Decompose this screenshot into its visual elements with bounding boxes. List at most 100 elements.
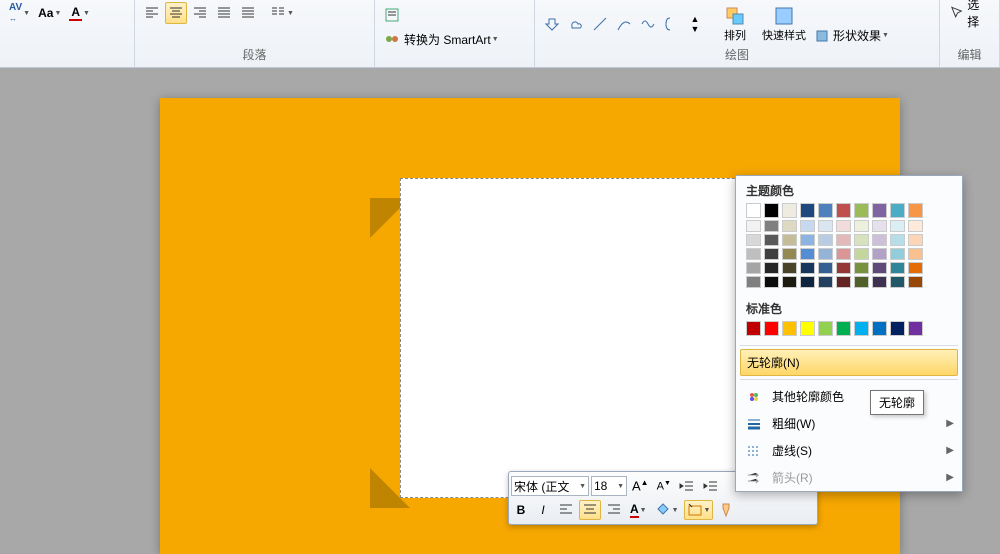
color-swatch[interactable] xyxy=(746,248,761,260)
color-swatch[interactable] xyxy=(782,276,797,288)
change-case-button[interactable]: Aa▼ xyxy=(35,2,64,24)
color-swatch[interactable] xyxy=(836,248,851,260)
mini-format-painter[interactable] xyxy=(715,500,737,520)
selected-textbox[interactable] xyxy=(400,178,760,498)
color-swatch[interactable] xyxy=(746,276,761,288)
arrange-button[interactable]: 排列 xyxy=(713,2,757,46)
color-swatch[interactable] xyxy=(854,203,869,218)
mini-align-left[interactable] xyxy=(555,500,577,520)
distributed-button[interactable] xyxy=(237,2,259,24)
color-swatch[interactable] xyxy=(836,262,851,274)
color-swatch[interactable] xyxy=(746,234,761,246)
shape-cloud-icon[interactable] xyxy=(565,13,587,35)
color-swatch[interactable] xyxy=(782,220,797,232)
mini-bold[interactable]: B xyxy=(511,500,531,520)
color-swatch[interactable] xyxy=(746,321,761,336)
color-swatch[interactable] xyxy=(836,276,851,288)
mini-shrink-font[interactable]: A▼ xyxy=(654,476,674,496)
color-swatch[interactable] xyxy=(854,276,869,288)
color-swatch[interactable] xyxy=(836,321,851,336)
color-swatch[interactable] xyxy=(908,220,923,232)
mini-decrease-indent[interactable] xyxy=(676,476,698,496)
shape-effects-button[interactable]: 形状效果▼ xyxy=(811,25,901,47)
color-swatch[interactable] xyxy=(908,203,923,218)
color-swatch[interactable] xyxy=(800,248,815,260)
align-center-button[interactable] xyxy=(165,2,187,24)
color-swatch[interactable] xyxy=(800,321,815,336)
color-swatch[interactable] xyxy=(818,203,833,218)
mini-align-center[interactable] xyxy=(579,500,601,520)
mini-increase-indent[interactable] xyxy=(700,476,722,496)
color-swatch[interactable] xyxy=(818,234,833,246)
convert-smartart-button[interactable]: 转换为 SmartArt▼ xyxy=(381,28,531,50)
color-swatch[interactable] xyxy=(764,276,779,288)
color-swatch[interactable] xyxy=(908,262,923,274)
color-swatch[interactable] xyxy=(872,203,887,218)
color-swatch[interactable] xyxy=(836,220,851,232)
shape-line-icon[interactable] xyxy=(589,13,611,35)
color-swatch[interactable] xyxy=(764,262,779,274)
color-swatch[interactable] xyxy=(782,321,797,336)
mini-align-right[interactable] xyxy=(603,500,625,520)
color-swatch[interactable] xyxy=(854,220,869,232)
color-swatch[interactable] xyxy=(746,220,761,232)
color-swatch[interactable] xyxy=(854,248,869,260)
color-swatch[interactable] xyxy=(764,203,779,218)
color-swatch[interactable] xyxy=(908,276,923,288)
color-swatch[interactable] xyxy=(872,248,887,260)
more-outline-colors-item[interactable]: 其他轮廓颜色 xyxy=(736,383,962,410)
color-swatch[interactable] xyxy=(764,248,779,260)
color-swatch[interactable] xyxy=(800,234,815,246)
color-swatch[interactable] xyxy=(854,234,869,246)
color-swatch[interactable] xyxy=(818,248,833,260)
color-swatch[interactable] xyxy=(908,321,923,336)
color-swatch[interactable] xyxy=(872,321,887,336)
mini-italic[interactable]: I xyxy=(533,500,553,520)
color-swatch[interactable] xyxy=(746,262,761,274)
align-right-button[interactable] xyxy=(189,2,211,24)
color-swatch[interactable] xyxy=(800,220,815,232)
color-swatch[interactable] xyxy=(872,262,887,274)
color-swatch[interactable] xyxy=(854,321,869,336)
shape-curve-icon[interactable] xyxy=(637,13,659,35)
color-swatch[interactable] xyxy=(746,203,761,218)
color-swatch[interactable] xyxy=(818,262,833,274)
mini-grow-font[interactable]: A▲ xyxy=(629,476,652,496)
shape-bracket-icon[interactable] xyxy=(661,13,683,35)
align-text-button[interactable] xyxy=(381,4,531,26)
no-outline-item[interactable]: 无轮廓(N) xyxy=(740,349,958,376)
quick-styles-button[interactable]: 快速样式 xyxy=(759,2,809,46)
select-button[interactable]: 选择 xyxy=(946,2,993,24)
mini-shape-outline[interactable]: ▼ xyxy=(684,500,714,520)
color-swatch[interactable] xyxy=(836,203,851,218)
color-swatch[interactable] xyxy=(890,248,905,260)
color-swatch[interactable] xyxy=(872,220,887,232)
color-swatch[interactable] xyxy=(800,262,815,274)
columns-button[interactable]: ▼ xyxy=(267,2,297,24)
mini-shape-fill[interactable]: ▼ xyxy=(652,500,682,520)
mini-font-name[interactable]: 宋体 (正文▼ xyxy=(511,476,589,496)
shape-arc-icon[interactable] xyxy=(613,13,635,35)
color-swatch[interactable] xyxy=(782,234,797,246)
color-swatch[interactable] xyxy=(890,276,905,288)
color-swatch[interactable] xyxy=(890,203,905,218)
mini-font-color[interactable]: A▼ xyxy=(627,500,650,520)
color-swatch[interactable] xyxy=(800,276,815,288)
color-swatch[interactable] xyxy=(836,234,851,246)
shape-fill-button[interactable] xyxy=(811,2,901,24)
color-swatch[interactable] xyxy=(908,234,923,246)
color-swatch[interactable] xyxy=(782,262,797,274)
color-swatch[interactable] xyxy=(890,234,905,246)
color-swatch[interactable] xyxy=(800,203,815,218)
color-swatch[interactable] xyxy=(890,262,905,274)
color-swatch[interactable] xyxy=(782,248,797,260)
color-swatch[interactable] xyxy=(854,262,869,274)
color-swatch[interactable] xyxy=(890,321,905,336)
color-swatch[interactable] xyxy=(872,276,887,288)
justify-button[interactable] xyxy=(213,2,235,24)
color-swatch[interactable] xyxy=(764,220,779,232)
weight-item[interactable]: 粗细(W)▶ xyxy=(736,410,962,437)
shapes-gallery-more[interactable]: ▲▼ xyxy=(685,13,705,35)
mini-font-size[interactable]: 18▼ xyxy=(591,476,627,496)
align-left-button[interactable] xyxy=(141,2,163,24)
